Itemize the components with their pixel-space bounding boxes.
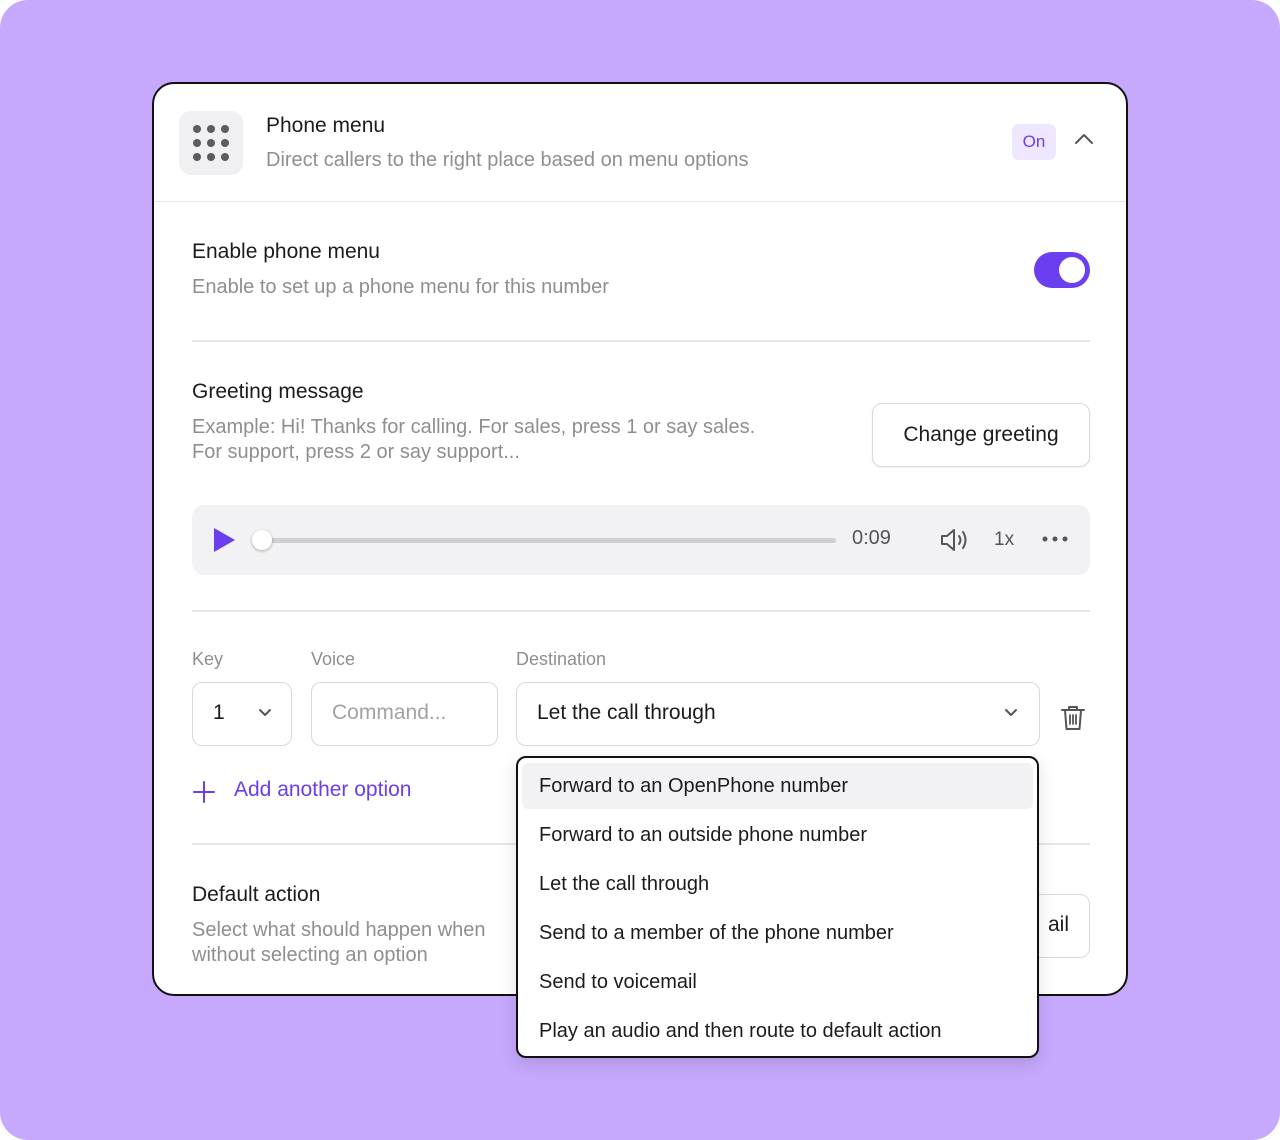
default-action-button-label: ail bbox=[1047, 913, 1069, 936]
phone-menu-header[interactable]: Phone menu Direct callers to the right p… bbox=[154, 84, 1126, 202]
destination-dropdown-menu: Forward to an OpenPhone number Forward t… bbox=[516, 756, 1039, 1058]
audio-player: 0:09 1x bbox=[192, 505, 1090, 575]
more-icon[interactable] bbox=[1042, 535, 1068, 543]
volume-icon[interactable] bbox=[940, 527, 970, 553]
divider bbox=[192, 610, 1090, 612]
play-icon[interactable] bbox=[212, 527, 236, 553]
key-select[interactable]: 1 bbox=[192, 682, 292, 746]
default-action-subtitle-line1: Select what should happen when bbox=[192, 919, 486, 941]
greeting-example-line1: Example: Hi! Thanks for calling. For sal… bbox=[192, 416, 756, 438]
enable-toggle[interactable] bbox=[1034, 252, 1090, 288]
key-label: Key bbox=[192, 649, 224, 669]
divider bbox=[192, 340, 1090, 342]
dropdown-option[interactable]: Let the call through bbox=[522, 861, 1033, 907]
dropdown-option[interactable]: Send to a member of the phone number bbox=[522, 910, 1033, 956]
voice-label: Voice bbox=[311, 649, 356, 669]
destination-select[interactable]: Let the call through bbox=[516, 682, 1040, 746]
playback-time: 0:09 bbox=[852, 527, 891, 549]
dropdown-option[interactable]: Forward to an outside phone number bbox=[522, 812, 1033, 858]
default-action-title: Default action bbox=[192, 883, 321, 906]
page-subtitle: Direct callers to the right place based … bbox=[266, 149, 749, 171]
default-action-subtitle-line2: without selecting an option bbox=[192, 944, 428, 966]
page-title: Phone menu bbox=[266, 114, 386, 137]
trash-icon[interactable] bbox=[1060, 704, 1086, 732]
toggle-knob bbox=[1059, 257, 1085, 283]
destination-label: Destination bbox=[516, 649, 607, 669]
destination-value: Let the call through bbox=[537, 701, 716, 724]
change-greeting-button[interactable]: Change greeting bbox=[872, 403, 1090, 467]
greeting-example-line2: For support, press 2 or say support... bbox=[192, 441, 520, 463]
playback-speed[interactable]: 1x bbox=[994, 529, 1014, 551]
dialpad-icon bbox=[179, 111, 243, 175]
enable-title: Enable phone menu bbox=[192, 240, 380, 263]
key-value: 1 bbox=[213, 701, 225, 724]
plus-icon bbox=[193, 781, 215, 803]
chevron-down-icon bbox=[259, 709, 271, 716]
greeting-title: Greeting message bbox=[192, 380, 364, 403]
chevron-down-icon bbox=[1005, 709, 1017, 716]
status-badge: On bbox=[1012, 124, 1056, 160]
add-option-label: Add another option bbox=[234, 778, 412, 801]
chevron-up-icon[interactable] bbox=[1073, 132, 1095, 146]
progress-track[interactable] bbox=[262, 538, 836, 543]
voice-command-input[interactable]: Command... bbox=[311, 682, 498, 746]
dropdown-option[interactable]: Forward to an OpenPhone number bbox=[522, 763, 1033, 809]
dropdown-option[interactable]: Send to voicemail bbox=[522, 959, 1033, 1005]
voice-placeholder: Command... bbox=[332, 701, 447, 724]
progress-thumb[interactable] bbox=[252, 530, 272, 550]
dropdown-option[interactable]: Play an audio and then route to default … bbox=[522, 1008, 1033, 1054]
enable-subtitle: Enable to set up a phone menu for this n… bbox=[192, 276, 609, 298]
